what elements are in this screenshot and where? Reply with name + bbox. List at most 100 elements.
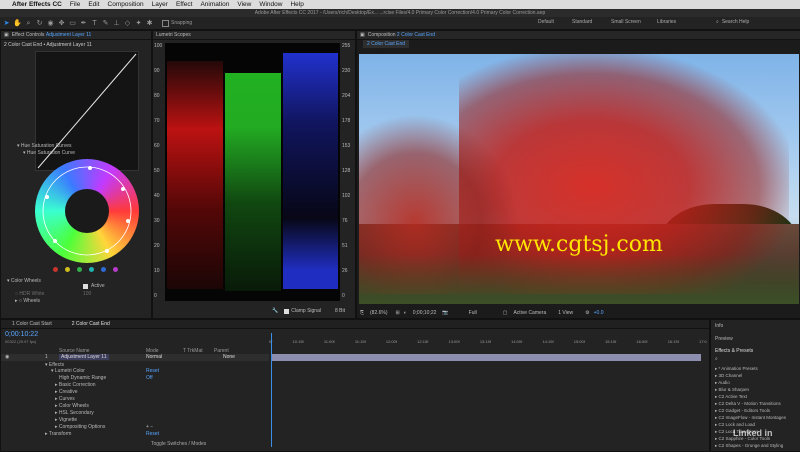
transform-group[interactable]: ▸ Transform — [45, 431, 71, 437]
pan-behind-tool-icon[interactable]: ✥ — [57, 19, 66, 28]
zoom-level[interactable]: (82.6%) — [370, 310, 388, 316]
effects-item[interactable]: ▸ * Animation Presets — [715, 366, 758, 372]
menu-view[interactable]: View — [237, 1, 251, 8]
swatch-red[interactable] — [53, 267, 58, 272]
effects-item[interactable]: ▸ Blur & Sharpen — [715, 387, 749, 393]
effects-item[interactable]: ▸ 3D Channel — [715, 373, 742, 379]
effects-presets-tab[interactable]: Effects & Presets — [715, 348, 753, 354]
basic-correction[interactable]: ▸ Basic Correction — [55, 382, 96, 388]
layer-name[interactable]: Adjustment Layer 11 — [59, 354, 109, 360]
hue-sat-curve-label[interactable]: ▾ Hue Saturation Curve — [23, 150, 75, 156]
composition-timecode[interactable]: 0;00;10;22 — [413, 310, 437, 316]
compositing-options[interactable]: ▸ Compositing Options — [55, 424, 105, 430]
snapping-toggle[interactable]: Snapping — [162, 19, 192, 27]
channel-icon[interactable]: ⚙ — [585, 310, 589, 316]
effect-controls-header[interactable]: ▣ Effect Controls Adjustment Layer 11 — [1, 31, 151, 40]
transform-reset[interactable]: Reset — [146, 431, 159, 437]
effects-search-icon[interactable]: ⌕ — [715, 356, 718, 362]
effects-item[interactable]: ▸ C2 Gadget - Editors Tools — [715, 408, 770, 414]
effects-item[interactable]: ▸ C2 Shapes - Grunge and Styling — [715, 443, 783, 449]
exposure-value[interactable]: +0.0 — [594, 310, 604, 316]
effects-item[interactable]: ▸ C2 Delta V - Motion Transitions — [715, 401, 781, 407]
effects-item[interactable]: ▸ Audio — [715, 380, 730, 386]
visibility-icon[interactable]: ◉ — [5, 354, 9, 360]
swatch-cyan[interactable] — [89, 267, 94, 272]
roto-brush-icon[interactable]: ✦ — [134, 19, 143, 28]
timeline-timecode[interactable]: 0;00:10:22 — [5, 331, 38, 338]
layer-row[interactable]: ◉ 1 Adjustment Layer 11 Normal None — [1, 354, 269, 361]
zoom-tool-icon[interactable]: ⌕ — [24, 19, 33, 28]
timeline-track-area[interactable]: 0f 10:15f 11:00f 11:15f 12:00f 12:15f 13… — [269, 331, 707, 449]
wheels-label[interactable]: ▸ ○ Wheels — [15, 298, 40, 304]
hsl-secondary[interactable]: ▸ HSL Secondary — [55, 410, 94, 416]
curves[interactable]: ▸ Curves — [55, 396, 75, 402]
preview-tab[interactable]: Preview — [715, 336, 733, 342]
workspace-libraries[interactable]: Libraries — [657, 19, 676, 25]
menu-animation[interactable]: Animation — [200, 1, 229, 8]
clamp-checkbox[interactable] — [284, 308, 290, 314]
region-icon[interactable]: ▢ — [503, 310, 508, 316]
lumetri-reset[interactable]: Reset — [146, 368, 159, 374]
menu-window[interactable]: Window — [259, 1, 282, 8]
composition-tab[interactable]: 2 Color Cast End — [363, 40, 410, 48]
checkbox-icon[interactable] — [83, 283, 88, 289]
layer-duration-bar[interactable] — [271, 354, 701, 361]
eraser-tool-icon[interactable]: ◇ — [123, 19, 132, 28]
color-wheels[interactable]: ▸ Color Wheels — [55, 403, 89, 409]
creative[interactable]: ▸ Creative — [55, 389, 78, 395]
resolution-select[interactable]: Full — [469, 310, 477, 316]
bit-depth-select[interactable]: 8 Bit — [335, 308, 345, 314]
vignette[interactable]: ▸ Vignette — [55, 417, 77, 423]
app-name[interactable]: After Effects CC — [12, 1, 62, 8]
hue-sat-curves-label[interactable]: ▾ Hue Saturation Curves — [17, 143, 72, 149]
clone-tool-icon[interactable]: ⊥ — [112, 19, 121, 28]
swatch-yellow[interactable] — [65, 267, 70, 272]
swatch-magenta[interactable] — [113, 267, 118, 272]
hand-tool-icon[interactable]: ✋ — [13, 19, 22, 28]
workspace-standard[interactable]: Standard — [572, 19, 592, 25]
selection-tool-icon[interactable]: ➤ — [2, 19, 11, 28]
timeline-tab-color-cast-end[interactable]: 2 Color Cast End — [72, 321, 110, 327]
camera-select[interactable]: Active Camera — [513, 310, 546, 316]
composition-viewer[interactable]: www.cgtsj.com — [359, 54, 799, 304]
menu-layer[interactable]: Layer — [152, 1, 168, 8]
info-tab[interactable]: Info — [715, 323, 723, 329]
snapshot-icon[interactable]: 📷 — [442, 310, 448, 316]
hdr-value[interactable]: Off — [146, 375, 153, 381]
lumetri-group[interactable]: ▾ Lumetri Color — [51, 368, 85, 374]
color-wheels-label[interactable]: ▾ Color Wheels — [7, 278, 41, 284]
effects-item[interactable]: ▸ C2 ImageFlow - Instant Montages — [715, 415, 786, 421]
camera-tool-icon[interactable]: ◉ — [46, 19, 55, 28]
workspace-default[interactable]: Default — [538, 19, 554, 25]
search-help[interactable]: ⌕ Search Help — [716, 18, 796, 26]
time-ruler[interactable]: 0f 10:15f 11:00f 11:15f 12:00f 12:15f 13… — [269, 339, 707, 347]
menu-file[interactable]: File — [70, 1, 80, 8]
menu-effect[interactable]: Effect — [176, 1, 193, 8]
swatch-blue[interactable] — [101, 267, 106, 272]
pen-tool-icon[interactable]: ✒ — [79, 19, 88, 28]
swatch-green[interactable] — [77, 267, 82, 272]
snapping-checkbox[interactable] — [162, 19, 169, 27]
add-remove-icon[interactable]: + − — [146, 424, 153, 430]
hue-color-wheel[interactable] — [35, 159, 139, 263]
wrench-icon[interactable]: 🔧 — [272, 308, 278, 314]
view-select[interactable]: 1 View — [558, 310, 573, 316]
lock-icon[interactable]: ▣ — [4, 32, 9, 38]
rotate-tool-icon[interactable]: ↻ — [35, 19, 44, 28]
toggle-switches-modes[interactable]: Toggle Switches / Modes — [151, 441, 206, 447]
rectangle-tool-icon[interactable]: ▭ — [68, 19, 77, 28]
playhead[interactable] — [271, 333, 272, 447]
puppet-tool-icon[interactable]: ✱ — [145, 19, 154, 28]
grid-icon[interactable]: ⊞ — [396, 310, 400, 316]
effects-item[interactable]: ▸ C2 Active Text — [715, 394, 747, 400]
timeline-tab-color-cast-start[interactable]: 1 Color Cast Start — [12, 321, 52, 327]
layer-mode[interactable]: Normal — [146, 354, 162, 360]
lumetri-scopes-header[interactable]: Lumetri Scopes — [153, 31, 355, 40]
composition-header[interactable]: ▣ Composition 2 Color Cast End — [357, 31, 800, 40]
workspace-small-screen[interactable]: Small Screen — [611, 19, 641, 25]
brush-tool-icon[interactable]: ✎ — [101, 19, 110, 28]
menu-help[interactable]: Help — [290, 1, 303, 8]
lock-icon[interactable]: ▣ — [360, 32, 365, 38]
menu-edit[interactable]: Edit — [88, 1, 99, 8]
type-tool-icon[interactable]: T — [90, 19, 99, 28]
